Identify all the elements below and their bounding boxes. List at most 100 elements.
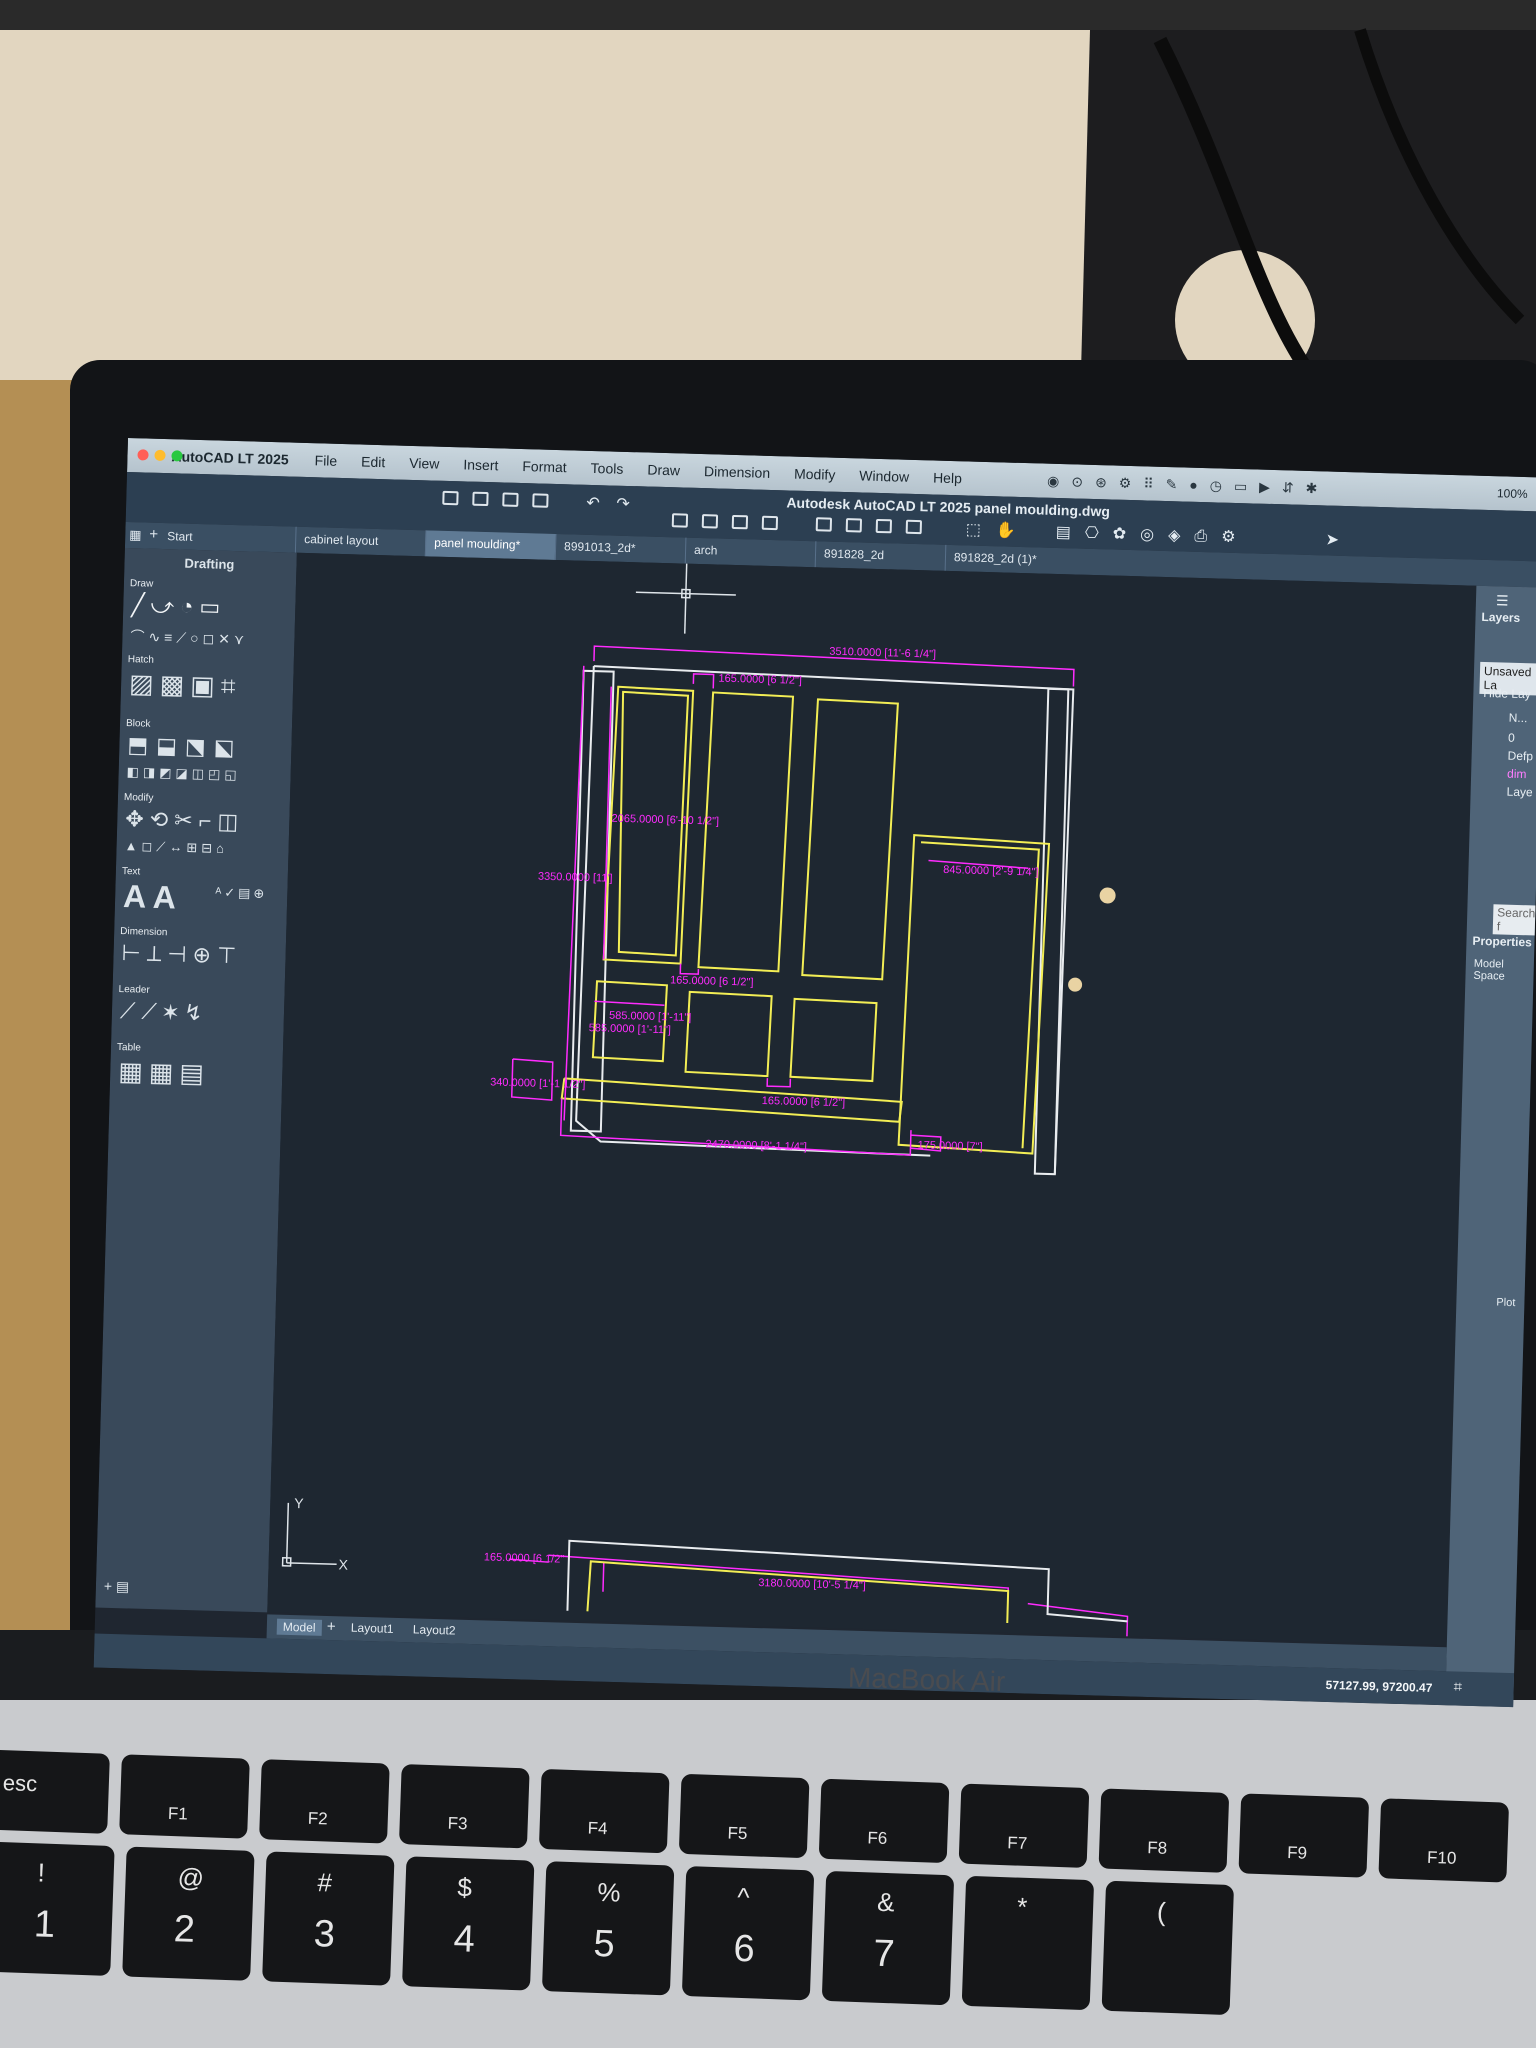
dim-top-gap[interactable]: 165.0000 [6 1/2"] xyxy=(718,673,802,687)
close-window-button[interactable] xyxy=(137,449,149,461)
plot-icon[interactable] xyxy=(671,513,689,528)
block-insert-icon[interactable] xyxy=(905,519,923,535)
undo-icon[interactable]: ↶ xyxy=(586,493,600,513)
dimension-tools-icon[interactable]: ⊢⟂⊣⊕⊤ xyxy=(121,940,242,969)
palette-add-icon[interactable]: + ▤ xyxy=(104,1578,130,1596)
plot-preview-icon[interactable] xyxy=(701,514,719,529)
hide-layers-toggle[interactable]: Hide Lay xyxy=(1483,686,1531,701)
layer-icon[interactable] xyxy=(815,517,833,532)
add-layout-icon[interactable]: + xyxy=(327,1618,336,1635)
section-table[interactable]: Table xyxy=(117,1042,141,1054)
key-digit[interactable]: & 7 xyxy=(821,1870,955,2006)
draw-tools-small-row[interactable]: ⌒∿≡⟋○◻✕⋎ xyxy=(130,626,248,649)
folder-icon[interactable] xyxy=(875,518,893,534)
tab-cabinet-layout[interactable]: cabinet layout xyxy=(294,526,426,557)
key-f8[interactable]: F8 xyxy=(1098,1788,1230,1873)
save-icon[interactable] xyxy=(502,492,519,507)
dim-left-inner[interactable]: 2065.0000 [6'-10 1/2"] xyxy=(611,813,719,828)
minimize-window-button[interactable] xyxy=(154,449,166,462)
layer-search[interactable]: Search f xyxy=(1492,904,1536,936)
table-tools-icon[interactable]: ▦▦▤ xyxy=(118,1056,211,1090)
layers-icon[interactable]: ☰ xyxy=(1496,592,1509,609)
dim-lower-left[interactable]: 165.0000 [6 1/2" xyxy=(484,1551,565,1565)
block-tools-small-icon[interactable]: ◧◨◩◪◫◰◱ xyxy=(126,764,240,783)
menu-dimension[interactable]: Dimension xyxy=(704,463,771,481)
section-draw[interactable]: Draw xyxy=(130,578,154,590)
modify-tools-small-icon[interactable]: ▲◻⟋↔⊞⊟⌂ xyxy=(124,838,228,857)
menu-draw[interactable]: Draw xyxy=(647,462,680,479)
menu-file[interactable]: File xyxy=(314,452,337,469)
grid-toggle-icon[interactable]: ⌗ xyxy=(1453,1679,1462,1696)
key-f4[interactable]: F4 xyxy=(538,1768,670,1854)
menu-help[interactable]: Help xyxy=(933,469,962,486)
menu-insert[interactable]: Insert xyxy=(463,456,498,473)
publish-icon[interactable] xyxy=(731,514,749,530)
key-f10[interactable]: F10 xyxy=(1378,1798,1510,1883)
tab-layout2[interactable]: Layout2 xyxy=(413,1622,456,1637)
dim-left-outer[interactable]: 3350.0000 [11'] xyxy=(538,871,613,885)
key-esc[interactable]: esc xyxy=(0,1749,110,1834)
key-f2[interactable]: F2 xyxy=(259,1759,390,1844)
tab-8991013[interactable]: 8991013_2d* xyxy=(554,533,686,564)
key-f1[interactable]: F1 xyxy=(119,1754,250,1839)
key-f7[interactable]: F7 xyxy=(958,1783,1090,1868)
dim-base-left[interactable]: 340.0000 [1'-1 1/2"] xyxy=(490,1076,586,1091)
zoom-window-icon[interactable]: ⬚ xyxy=(965,519,982,539)
section-leader[interactable]: Leader xyxy=(118,984,149,996)
dim-right-small[interactable]: 175.0000 [7"] xyxy=(917,1139,982,1153)
zoom-window-button[interactable] xyxy=(171,450,183,462)
key-f9[interactable]: F9 xyxy=(1238,1793,1370,1878)
menu-window[interactable]: Window xyxy=(859,467,909,484)
tab-layout1[interactable]: Layout1 xyxy=(351,1621,394,1636)
key-digit[interactable]: @2 xyxy=(122,1846,255,1981)
tab-891828-1[interactable]: 891828_2d (1)* xyxy=(944,544,1076,575)
polyline-tool-icon[interactable]: ⤻ xyxy=(150,593,174,620)
match-properties-icon[interactable] xyxy=(845,518,863,533)
line-tool-icon[interactable]: ╱ xyxy=(131,592,145,618)
app-menu[interactable]: AutoCAD LT 2025 xyxy=(171,448,289,467)
circle-tool-icon[interactable]: ◔ xyxy=(180,594,194,620)
key-digit[interactable]: $4 xyxy=(402,1856,535,1991)
save-as-icon[interactable] xyxy=(532,493,549,508)
dim-side[interactable]: 845.0000 [2'-9 1/4"] xyxy=(943,864,1039,879)
tab-model[interactable]: Model xyxy=(276,1618,322,1636)
menu-tools[interactable]: Tools xyxy=(590,460,623,477)
key-digit[interactable]: ! 1 xyxy=(0,1841,115,1976)
section-block[interactable]: Block xyxy=(126,718,151,730)
key-digit[interactable]: % 5 xyxy=(541,1861,675,1996)
pan-hand-icon[interactable]: ✋ xyxy=(995,520,1016,541)
key-digit[interactable]: #3 xyxy=(262,1851,395,1986)
tab-panel-moulding[interactable]: panel moulding* xyxy=(424,530,556,560)
text-tools-small-icon[interactable]: ᴬ✓▤⊕ xyxy=(215,885,267,902)
open-file-icon[interactable] xyxy=(472,491,489,507)
layer-defpoints[interactable]: Defp xyxy=(1507,749,1533,764)
section-modify[interactable]: Modify xyxy=(124,792,154,804)
section-hatch[interactable]: Hatch xyxy=(128,654,154,666)
tab-arch[interactable]: arch xyxy=(684,537,816,568)
hatch-tools-icon[interactable]: ▨▩▣⌗ xyxy=(129,668,242,703)
drawing-canvas[interactable]: 3510.0000 [11'-6 1/4"] 165.0000 [6 1/2"]… xyxy=(267,552,1477,1646)
layer-dim[interactable]: dim xyxy=(1507,767,1527,782)
share-icon[interactable]: ➤ xyxy=(1325,529,1339,549)
menu-view[interactable]: View xyxy=(409,455,440,472)
leader-tools-icon[interactable]: ⟋⟋✶↯ xyxy=(120,998,209,1026)
tab-start[interactable]: Start xyxy=(167,529,193,544)
key-f5[interactable]: F5 xyxy=(678,1773,810,1859)
key-digit[interactable]: * xyxy=(961,1875,1095,2011)
toolbar-icons-right[interactable]: ▤⎔✿◎◈⎙⚙ xyxy=(1055,522,1249,547)
tab-891828[interactable]: 891828_2d xyxy=(814,541,946,571)
menu-edit[interactable]: Edit xyxy=(361,454,386,471)
layer-other[interactable]: Laye xyxy=(1506,785,1532,800)
menu-modify[interactable]: Modify xyxy=(794,466,836,483)
sheet-set-icon[interactable] xyxy=(761,515,779,531)
layer-0[interactable]: 0 xyxy=(1508,731,1515,745)
new-file-icon[interactable] xyxy=(442,490,459,506)
block-tools-icon[interactable]: ⬒⬓⬔⬕ xyxy=(127,732,243,761)
section-text[interactable]: Text xyxy=(122,866,141,878)
new-tab-icon[interactable]: + xyxy=(149,526,158,543)
text-tool-icon[interactable]: A A xyxy=(123,878,177,916)
rectangle-tool-icon[interactable]: ▭ xyxy=(199,594,220,621)
grid-menu-icon[interactable]: ▦ xyxy=(129,527,142,543)
dim-small-b[interactable]: 585.0000 [1'-11"] xyxy=(589,1022,672,1036)
dim-mid-gap[interactable]: 165.0000 [6 1/2"] xyxy=(670,974,754,988)
